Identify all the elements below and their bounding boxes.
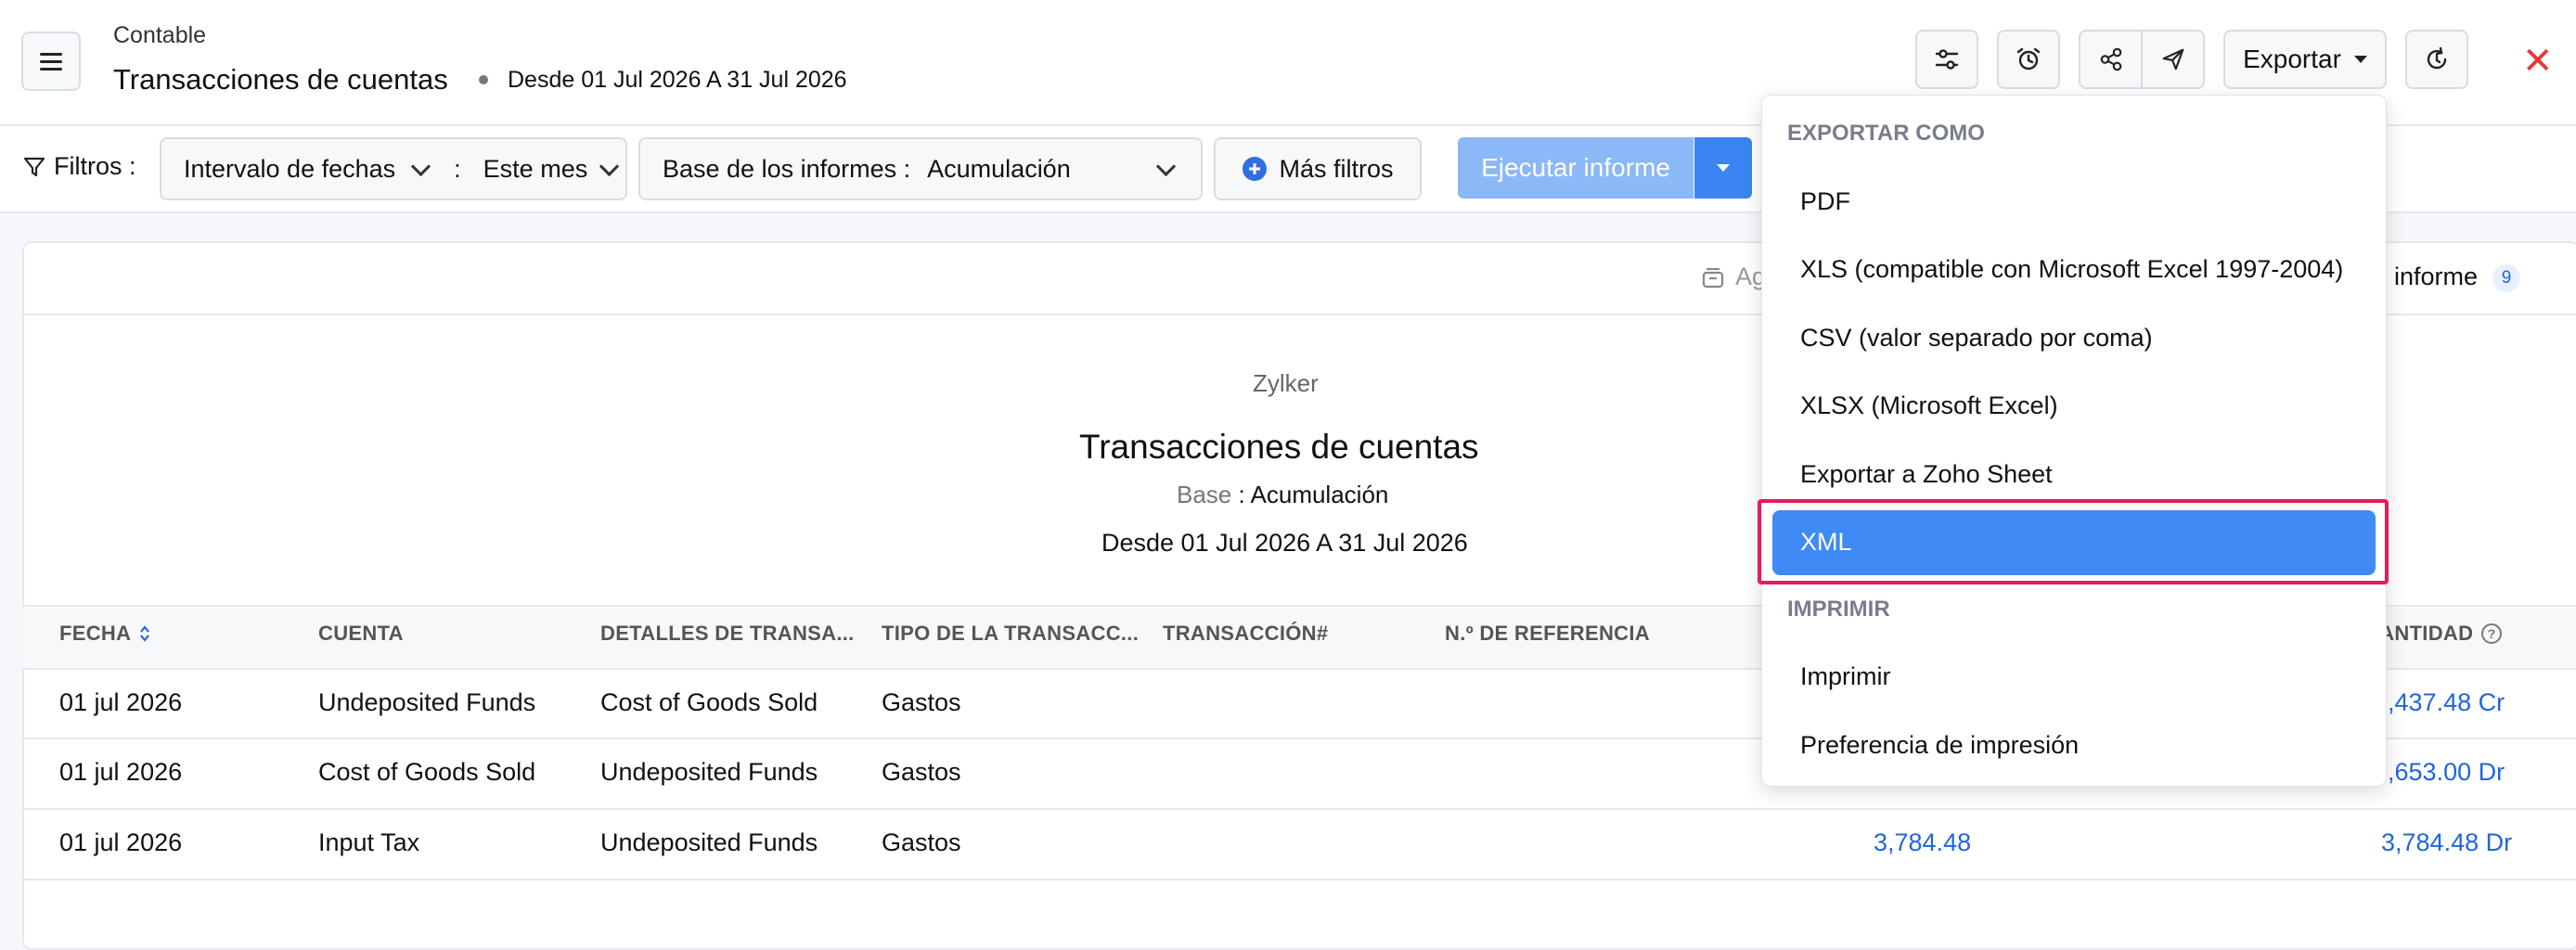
company-name: Zylker [1253,369,1319,397]
cell-detalles: Undeposited Funds [600,758,818,786]
report-date-range: Desde 01 Jul 2026 A 31 Jul 2026 [1101,529,1468,557]
chevron-down-icon [1155,156,1177,176]
caret-down-icon [2353,56,2367,63]
export-csv-option[interactable]: CSV (valor separado por coma) [1800,324,2153,353]
col-detalles: DETALLES DE TRANSA... [600,622,855,645]
svg-text:?: ? [2488,626,2496,641]
sort-icon [140,625,150,642]
basis-value: Acumulación [927,154,1071,183]
page-title: Transacciones de cuentas [113,63,448,96]
send-button[interactable] [2143,32,2203,87]
export-xlsx-option[interactable]: XLSX (Microsoft Excel) [1800,392,2058,420]
report-title: Transacciones de cuentas [1079,428,1479,466]
share-icon [2100,47,2121,71]
cell-cantidad[interactable]: 7,437.48 Cr [2374,688,2505,717]
filter-separator: : [454,154,461,183]
col-cuenta: CUENTA [318,622,404,645]
refresh-icon [2427,46,2447,70]
refresh-button[interactable] [2405,30,2468,89]
print-section-heading: IMPRIMIR [1787,597,1890,622]
help-icon: ? [2481,623,2503,644]
more-filters-button[interactable]: Más filtros [1214,137,1422,200]
hamburger-icon [40,50,62,72]
cell-tipo: Gastos [882,688,961,716]
close-icon[interactable]: ✕ [2522,43,2554,80]
export-section-heading: EXPORTAR COMO [1787,121,1985,146]
schedule-button[interactable] [1997,30,2060,89]
cell-amount[interactable]: 3,784.48 [1874,828,1971,857]
cell-cuenta[interactable]: Cost of Goods Sold [318,758,535,787]
separator-dot [479,75,488,84]
cell-fecha: 01 jul 2026 [59,828,183,856]
date-interval-label: Intervalo de fechas [184,154,396,183]
caret-down-icon [1717,164,1730,172]
count-badge: 9 [2492,264,2520,292]
cell-detalles: Cost of Goods Sold [600,688,818,716]
cell-cantidad[interactable]: 3,653.00 Dr [2374,758,2505,787]
cell-tipo: Gastos [882,828,961,856]
cell-cuenta[interactable]: Input Tax [318,828,419,857]
send-icon [2162,48,2183,71]
print-preferences-option[interactable]: Preferencia de impresión [1800,731,2079,760]
menu-button[interactable] [21,32,81,91]
module-label: Contable [113,22,207,48]
report-basis-filter[interactable]: Base de los informes : Acumulación [638,137,1203,200]
cell-fecha: 01 jul 2026 [59,688,183,716]
cell-fecha: 01 jul 2026 [59,758,183,786]
print-option[interactable]: Imprimir [1800,662,1890,691]
export-xls-option[interactable]: XLS (compatible con Microsoft Excel 1997… [1800,255,2343,284]
chevron-down-icon [599,156,620,176]
customize-button[interactable] [1915,30,1978,89]
cell-detalles: Undeposited Funds [600,828,818,856]
header-date-range: Desde 01 Jul 2026 A 31 Jul 2026 [508,67,847,93]
plus-circle-icon [1243,157,1268,181]
report-basis: Base : Acumulación [1177,481,1389,508]
basis-label: Base de los informes : [663,154,911,183]
col-fecha[interactable]: FECHA [59,622,151,646]
date-interval-filter[interactable]: Intervalo de fechas : Este mes [160,137,627,200]
export-label: Exportar [2243,45,2341,73]
sliders-icon [1935,49,1959,70]
chevron-down-icon [411,156,431,176]
col-referencia: N.º DE REFERENCIA [1445,622,1650,645]
filters-label: Filtros : [22,152,136,181]
funnel-icon [23,157,45,176]
group-by-control[interactable]: Ag [1700,263,1766,291]
run-report-button[interactable]: Ejecutar informe [1458,137,1694,199]
cell-tipo: Gastos [882,758,961,786]
highlight-frame [1758,499,2389,584]
cell-cantidad[interactable]: 3,784.48 Dr [2381,828,2512,857]
col-transaccion: TRANSACCIÓN# [1163,622,1329,645]
run-report-dropdown[interactable] [1694,137,1752,199]
export-button[interactable]: Exportar [2223,30,2387,89]
export-pdf-option[interactable]: PDF [1800,187,1850,216]
customize-report-link[interactable]: informe [2394,263,2478,291]
share-button[interactable] [2080,32,2143,87]
cell-cuenta[interactable]: Undeposited Funds [318,688,535,717]
more-filters-label: Más filtros [1279,154,1394,183]
share-group [2079,30,2205,89]
export-zoho-sheet-option[interactable]: Exportar a Zoho Sheet [1800,460,2053,489]
date-interval-value: Este mes [483,154,588,183]
col-tipo: TIPO DE LA TRANSACC... [882,622,1140,645]
alarm-clock-icon [2016,47,2041,71]
stack-icon [1702,267,1724,288]
